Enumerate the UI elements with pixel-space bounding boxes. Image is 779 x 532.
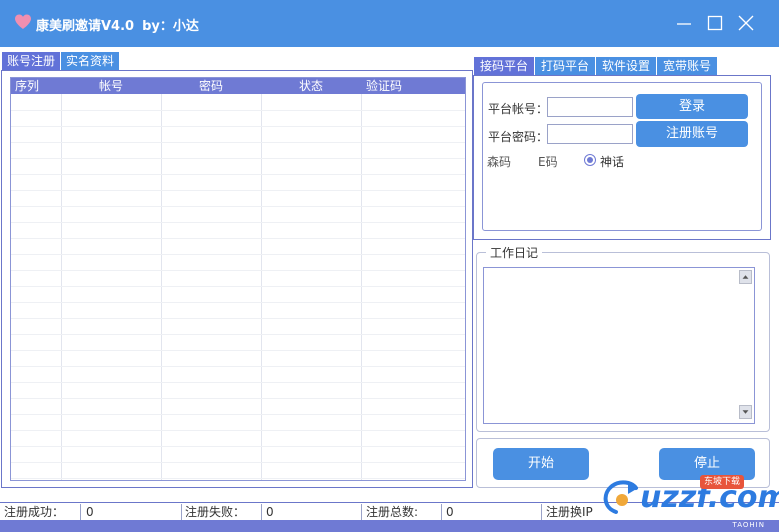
- author-label: by：小达: [142, 19, 199, 34]
- table-row: [11, 206, 465, 207]
- account-register-panel: 序列 帐号 密码 状态 验证码: [1, 70, 473, 488]
- status-divider: [541, 504, 542, 520]
- table-body: [11, 94, 465, 480]
- brand-mark: TAOHIN: [732, 521, 765, 529]
- table-row: [11, 414, 465, 415]
- tab-broadband-account[interactable]: 宽带账号: [657, 57, 719, 75]
- table-row: [11, 430, 465, 431]
- status-divider: [261, 504, 262, 520]
- fail-label: 注册失败：: [185, 505, 246, 519]
- table-row: [11, 462, 465, 463]
- app-title: 康美刷邀请V4.0: [36, 19, 135, 34]
- grid-column-line: [61, 94, 62, 480]
- table-row: [11, 366, 465, 367]
- table-row: [11, 222, 465, 223]
- table-row: [11, 238, 465, 239]
- table-header: 序列 帐号 密码 状态 验证码: [11, 78, 465, 94]
- table-row: [11, 190, 465, 191]
- success-label: 注册成功：: [4, 505, 65, 519]
- fail-count: 0: [266, 505, 274, 519]
- login-button[interactable]: 登录: [636, 94, 748, 119]
- total-label: 注册总数:: [366, 505, 419, 519]
- tab-real-name-info[interactable]: 实名资料: [61, 52, 121, 70]
- tab-sms-platform[interactable]: 接码平台: [474, 57, 536, 75]
- table-row: [11, 350, 465, 351]
- bottom-strip: TAOHIN: [0, 520, 779, 532]
- scroll-down-icon[interactable]: [739, 405, 752, 419]
- window-title: 康美刷邀请V4.0 by：小达: [36, 15, 199, 34]
- column-header-index[interactable]: 序列: [11, 78, 61, 94]
- table-row: [11, 302, 465, 303]
- column-header-account[interactable]: 帐号: [61, 78, 161, 94]
- table-row: [11, 110, 465, 111]
- column-header-password[interactable]: 密码: [161, 78, 261, 94]
- option-shenhua-radio[interactable]: [584, 154, 596, 166]
- ip-change-label: 注册换IP: [546, 505, 593, 519]
- platform-password-label: 平台密码：: [488, 130, 549, 144]
- column-header-captcha[interactable]: 验证码: [361, 78, 461, 94]
- table-row: [11, 334, 465, 335]
- option-ema[interactable]: E码: [538, 153, 558, 170]
- option-shenhua[interactable]: 神话: [600, 153, 624, 170]
- register-account-button[interactable]: 注册账号: [636, 121, 748, 147]
- table-row: [11, 270, 465, 271]
- table-row: [11, 174, 465, 175]
- account-table[interactable]: 序列 帐号 密码 状态 验证码: [10, 77, 466, 481]
- total-count: 0: [446, 505, 454, 519]
- grid-column-line: [261, 94, 262, 480]
- grid-column-line: [361, 94, 362, 480]
- status-divider: [441, 504, 442, 520]
- right-tab-strip: 接码平台 打码平台 软件设置 宽带账号: [474, 57, 719, 75]
- platform-account-label: 平台帐号：: [488, 102, 549, 116]
- column-header-status[interactable]: 状态: [261, 78, 361, 94]
- table-row: [11, 318, 465, 319]
- table-row: [11, 478, 465, 479]
- minimize-icon[interactable]: [674, 13, 694, 33]
- tab-account-register[interactable]: 账号注册: [2, 52, 62, 70]
- table-row: [11, 286, 465, 287]
- grid-column-line: [161, 94, 162, 480]
- status-divider: [181, 504, 182, 520]
- tab-captcha-platform[interactable]: 打码平台: [535, 57, 597, 75]
- platform-account-input[interactable]: [547, 97, 633, 117]
- table-row: [11, 142, 465, 143]
- title-bar: 康美刷邀请V4.0 by：小达: [0, 0, 779, 47]
- option-senma[interactable]: 森码: [487, 153, 511, 170]
- heart-icon: [15, 14, 31, 29]
- left-tab-strip: 账号注册 实名资料: [2, 52, 121, 70]
- success-count: 0: [86, 505, 94, 519]
- maximize-icon[interactable]: [705, 13, 725, 33]
- table-row: [11, 398, 465, 399]
- scroll-up-icon[interactable]: [739, 270, 752, 284]
- platform-password-input[interactable]: [547, 124, 633, 144]
- close-icon[interactable]: [736, 13, 756, 33]
- start-button[interactable]: 开始: [493, 448, 589, 480]
- work-diary-textarea[interactable]: [483, 267, 755, 424]
- tab-software-settings[interactable]: 软件设置: [596, 57, 658, 75]
- work-diary-title: 工作日记: [486, 244, 543, 261]
- table-row: [11, 446, 465, 447]
- table-row: [11, 158, 465, 159]
- table-row: [11, 254, 465, 255]
- table-row: [11, 382, 465, 383]
- table-row: [11, 126, 465, 127]
- watermark-badge: 东坡下载: [700, 475, 745, 489]
- status-divider: [80, 504, 81, 520]
- status-divider: [361, 504, 362, 520]
